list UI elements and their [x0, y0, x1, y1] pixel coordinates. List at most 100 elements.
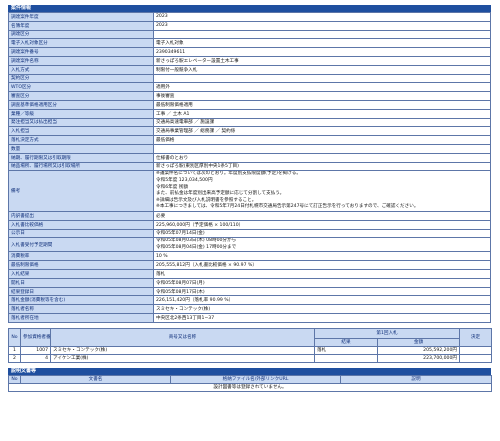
case-info-row: 入札担当 交通局事業管理部 ／ 総務課 ／ 契約係 — [8, 126, 491, 137]
field-label: 最低制限価格 — [8, 260, 154, 271]
row-result: 落札 — [314, 345, 378, 355]
field-value: 226,151,420円（落札率 90.99 %） — [153, 295, 491, 306]
case-info-row: 落札金額(消費税等を含む) 226,151,420円（落札率 90.99 %） — [8, 295, 491, 306]
field-value — [153, 73, 491, 84]
field-value: 令和05年07月14日(金) — [153, 228, 491, 239]
field-value: 2023 — [153, 12, 491, 22]
row-bidder-no: 1007 — [20, 345, 51, 355]
row-decision — [459, 345, 492, 355]
field-value: 令和05年08月07日(月) — [153, 277, 491, 288]
case-info-row: 入札結果 落札 — [8, 269, 491, 279]
row-no: 2 — [8, 353, 21, 363]
field-label: 審査区分 — [8, 91, 154, 101]
field-value: 電子入札対象 — [153, 38, 491, 49]
field-label: 落札者名称 — [8, 304, 154, 315]
case-info-row: 発注担当又は払出担当 交通局高速電車部 ／ 施設課 — [8, 117, 491, 128]
field-label: 備考 — [8, 170, 154, 212]
docs-col-note: 説明 — [340, 374, 492, 384]
field-value: 10 % — [153, 251, 491, 262]
case-info-row: 公示日 令和05年07月14日(金) — [8, 228, 491, 239]
field-label: 消費税率 — [8, 251, 154, 262]
field-label: 納期、履行期限又は引取期限 — [8, 152, 154, 163]
field-value: 最低価格 — [153, 135, 491, 145]
col-round1: 第1回入札 — [314, 327, 460, 339]
col-result: 結果 — [314, 337, 378, 347]
case-info-row: 入札書比較価格 225,960,000円（予定価格 × 100/110） — [8, 219, 491, 230]
case-info-row: 調達案件番号 2390349611 — [8, 47, 491, 57]
field-label: 数量 — [8, 143, 154, 154]
design-docs-header: 説明文書等 — [8, 367, 491, 375]
field-value: 新さっぽろ駅(東別区厚別中央1条5丁目) — [153, 161, 491, 172]
row-name: アイケン工業(株) — [50, 353, 315, 363]
case-info-row: 落札決定方式 最低価格 — [8, 135, 491, 145]
case-info-row: 電子入札対象区分 電子入札対象 — [8, 38, 491, 49]
field-label: 公示日 — [8, 228, 154, 239]
table-row: 2 4 アイケン工業(株) 223,700,000円 — [8, 353, 492, 363]
field-label: 調達案件番号 — [8, 47, 154, 57]
case-info-row: 納品場所、履行場所又は引取場所 新さっぽろ駅(東別区厚別中央1条5丁目) — [8, 161, 491, 172]
row-no: 1 — [8, 345, 21, 355]
field-value: 交通局事業管理部 ／ 総務課 ／ 契約係 — [153, 126, 491, 137]
field-label: 調達案件名称 — [8, 55, 154, 66]
field-label: 内訳書提出 — [8, 210, 154, 221]
case-info-row: 納期、履行期限又は引取期限 仕様書のとおり — [8, 152, 491, 163]
case-info-header: 案件情報 — [8, 5, 491, 12]
case-info-row: 開札日 令和05年08月07日(月) — [8, 277, 491, 288]
case-info-row: 調達案件年度 2023 — [8, 12, 491, 22]
case-info-row: 消費税率 10 % — [8, 251, 491, 262]
field-label: 結果登録日 — [8, 286, 154, 297]
field-label: 開札日 — [8, 277, 154, 288]
table-row: 1 1007 スミセキ・コンテック(株) 落札 205,592,200円 — [8, 345, 492, 355]
field-label: 入札方式 — [8, 64, 154, 75]
field-value: 225,960,000円（予定価格 × 100/110） — [153, 219, 491, 230]
col-amount: 金額 — [377, 337, 460, 347]
field-label: WTO区分 — [8, 82, 154, 93]
field-label: 入札担当 — [8, 126, 154, 137]
field-value: 工事 ／ 土木 A1 — [153, 108, 491, 119]
case-info-table: 調達案件年度 2023 名簿年度 2023 調達区分 電子入札対象区分 電子入札対象 調達案件… — [8, 12, 491, 323]
case-info-row: 契約区分 — [8, 73, 491, 84]
field-value: スミセキ・コンテック(株) — [153, 304, 491, 315]
case-info-row: 落札者所在地 中央区北2条西13丁目1−37 — [8, 313, 491, 323]
case-info-row: 落札者名称 スミセキ・コンテック(株) — [8, 304, 491, 315]
field-value: 事後審査 — [153, 91, 491, 101]
docs-empty-message: 設計図書等は登録されていません。 — [8, 382, 492, 392]
field-label: 入札結果 — [8, 269, 154, 279]
case-info-row: 調査基準価格適用区分 最低制限価格適用 — [8, 99, 491, 110]
field-value — [153, 143, 491, 154]
field-value: 交通局高速電車部 ／ 施設課 — [153, 117, 491, 128]
field-label: 契約区分 — [8, 73, 154, 84]
field-label: 業種／等級 — [8, 108, 154, 119]
case-info-row: 名簿年度 2023 — [8, 20, 491, 31]
field-value — [153, 29, 491, 40]
docs-col-file: 格納ファイル名/外部リンクURL — [170, 374, 341, 384]
docs-col-name: 文書名 — [20, 374, 171, 384]
field-value: 最低制限価格適用 — [153, 99, 491, 110]
row-amount: 205,592,200円 — [377, 345, 460, 355]
field-label: 落札決定方式 — [8, 135, 154, 145]
field-value: 落札 — [153, 269, 491, 279]
case-info-row: 調達案件名称 新さっぽろ駅エレベーター設置土木工事 — [8, 55, 491, 66]
field-value: 仕様書のとおり — [153, 152, 491, 163]
case-info-row: 審査区分 事後審査 — [8, 91, 491, 101]
field-label: 落札者所在地 — [8, 313, 154, 323]
field-value: 必要 — [153, 210, 491, 221]
field-label: 名簿年度 — [8, 20, 154, 31]
field-value: 205,555,812円（入札書比較価格 × 90.97 %） — [153, 260, 491, 271]
col-no: No — [8, 327, 21, 347]
case-info-row: 備考 ※議案件名については次のとおり。年度別支払限度額(予定)を掲げる。 令和5年… — [8, 170, 491, 212]
row-result — [314, 353, 378, 363]
field-value: ※議案件名については次のとおり。年度別支払限度額(予定)を掲げる。 令和5年度 … — [153, 170, 491, 212]
design-docs-table: No 文書名 格納ファイル名/外部リンクURL 説明 設計図書等は登録されていま… — [8, 374, 492, 392]
field-label: 入札書受付予定期間 — [8, 237, 154, 253]
bid-results-table: No 参加資格者番号 商号又は名称 第1回入札 決定 結果 金額 1 1007 … — [8, 327, 492, 363]
row-bidder-no: 4 — [20, 353, 51, 363]
field-label: 調達区分 — [8, 29, 154, 40]
field-label: 発注担当又は払出担当 — [8, 117, 154, 128]
case-info-row: 業種／等級 工事 ／ 土木 A1 — [8, 108, 491, 119]
row-decision — [459, 353, 492, 363]
field-label: 調査基準価格適用区分 — [8, 99, 154, 110]
field-value: 制限付一般競争入札 — [153, 64, 491, 75]
field-value: 2023 — [153, 20, 491, 31]
row-amount: 223,700,000円 — [377, 353, 460, 363]
